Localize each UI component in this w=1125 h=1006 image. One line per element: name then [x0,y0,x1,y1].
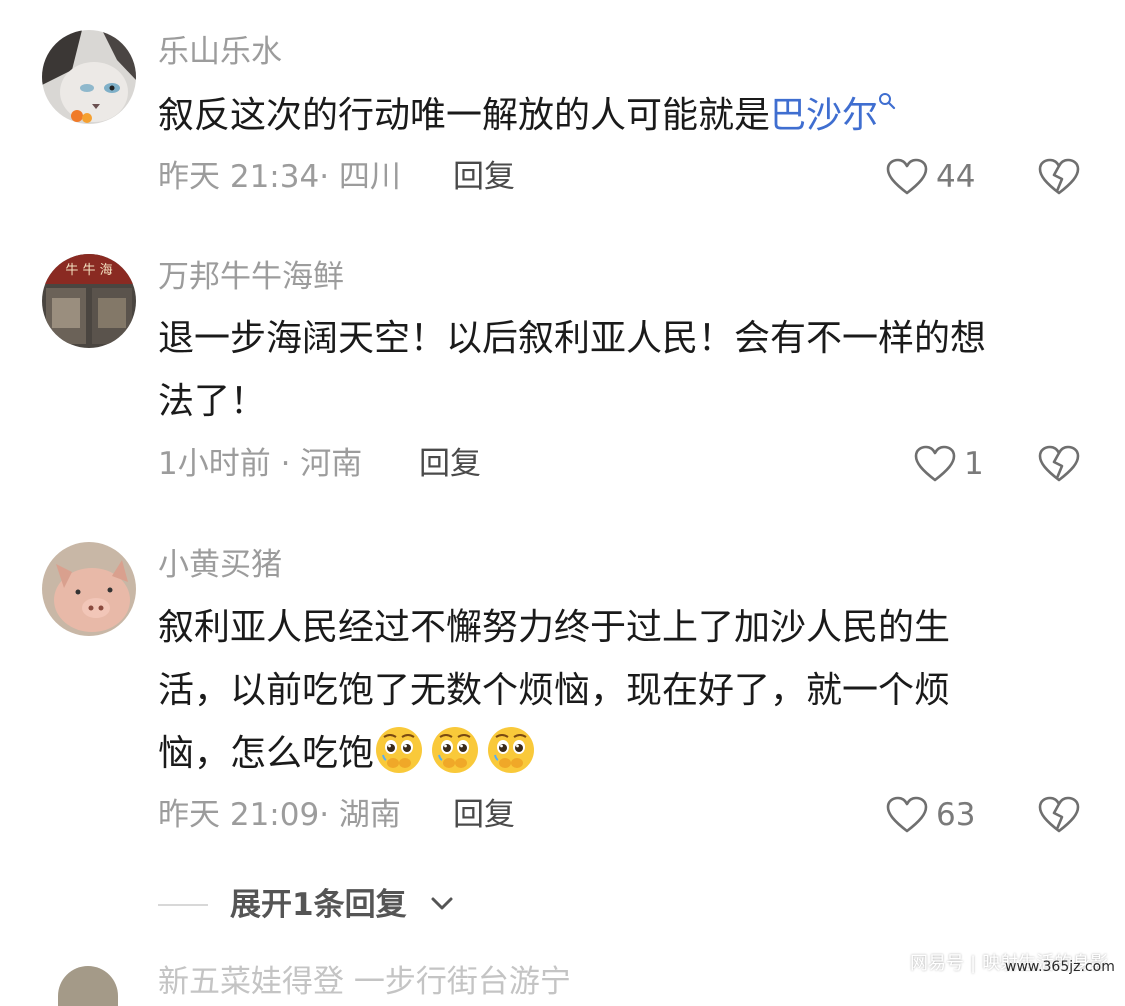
reply-button[interactable]: 回复 [453,795,515,835]
like-count: 44 [936,159,976,195]
reply-button[interactable]: 回复 [419,444,481,484]
comment-text-body: 叙反这次的行动唯一解放的人可能就是 [158,95,771,136]
username[interactable]: 小黄买猪 [158,545,282,585]
timestamp-location: 昨天 21:34· 四川 [158,159,401,195]
divider [158,904,208,906]
svg-text:牛 牛 海: 牛 牛 海 [65,263,112,278]
dislike-button[interactable] [1038,442,1082,486]
watermark-separator: | [970,953,977,974]
timestamp-location: 昨天 21:09· 湖南 [158,797,401,833]
search-icon[interactable] [878,92,896,110]
mention-link[interactable]: 巴沙尔 [770,95,878,136]
comment-text-line: 法了！ [158,381,267,422]
username[interactable]: 万邦牛牛海鲜 [158,257,344,297]
heart-icon [886,158,928,195]
pleading-face-emoji [432,727,479,773]
expand-replies-label: 展开1条回复 [230,887,407,923]
comment-text-line: 退一步海阔天空！以后叙利亚人民！会有不一样的想 [158,318,987,359]
heart-icon [914,445,956,482]
comment-text: 退一步海阔天空！以后叙利亚人民！会有不一样的想 法了！ [158,307,1078,433]
avatar[interactable] [58,966,118,1006]
comment-text-line: 叙利亚人民经过不懈努力终于过上了加沙人民的生 [158,607,951,648]
username[interactable]: 新五菜娃得登 一步行街台游宁 [158,962,571,1002]
comment-text-line-with-emoji: 恼，怎么吃饱 [158,722,1078,785]
dislike-button[interactable] [1038,793,1082,837]
pleading-face-emoji [376,727,423,773]
username[interactable]: 乐山乐水 [158,32,282,72]
heart-icon [886,796,928,833]
broken-heart-icon [1038,796,1080,833]
broken-heart-icon [1038,445,1080,482]
comment-text: 叙利亚人民经过不懈努力终于过上了加沙人民的生 活，以前吃饱了无数个烦恼，现在好了… [158,596,1078,785]
avatar[interactable] [42,30,136,124]
comment-text: 叙反这次的行动唯一解放的人可能就是巴沙尔 [158,84,1078,147]
timestamp-location: 1小时前 · 河南 [158,446,363,482]
dislike-button[interactable] [1038,155,1082,199]
reply-button[interactable]: 回复 [453,157,515,197]
avatar[interactable] [42,542,136,636]
like-count: 63 [936,797,976,833]
pig-avatar-image [42,542,136,636]
cat-avatar-image [42,30,136,124]
chevron-down-icon [431,897,453,910]
comment-text-line: 恼，怎么吃饱 [158,733,375,774]
pleading-face-emoji [488,727,535,773]
watermark-url: www.365jz.com [1005,959,1115,975]
comment-text-line: 活，以前吃饱了无数个烦恼，现在好了，就一个烦 [158,670,951,711]
watermark-brand: 网易号 [910,953,964,974]
broken-heart-icon [1038,158,1080,195]
shopfront-avatar-image: 牛 牛 海 [42,254,136,348]
avatar[interactable]: 牛 牛 海 [42,254,136,348]
like-count: 1 [964,446,984,482]
